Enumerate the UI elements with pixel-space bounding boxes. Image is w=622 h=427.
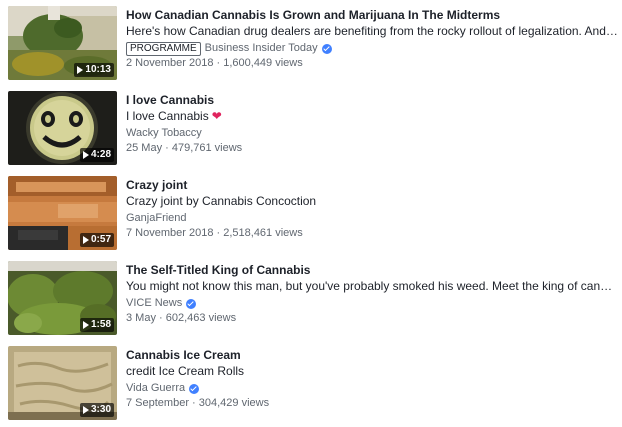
video-meta: How Canadian Cannabis Is Grown and Marij… (126, 6, 618, 71)
stats-separator: · (155, 312, 166, 324)
video-meta: I love Cannabis I love Cannabis ❤ Wacky T… (126, 91, 618, 156)
video-item[interactable]: 0:57 Crazy joint Crazy joint by Cannabis… (0, 176, 622, 254)
stats-separator: · (162, 142, 172, 154)
video-item[interactable]: 3:30 Cannabis Ice Cream credit Ice Cream… (0, 346, 622, 424)
video-title[interactable]: Cannabis Ice Cream (126, 347, 618, 363)
play-icon (82, 321, 89, 329)
duration-badge: 0:57 (79, 233, 114, 247)
duration-badge: 3:30 (79, 403, 114, 417)
programme-badge: PROGRAMME (126, 41, 201, 56)
duration-badge: 4:28 (79, 148, 114, 162)
duration-badge: 10:13 (74, 63, 114, 77)
duration-label: 1:58 (90, 319, 111, 330)
video-date: 7 November 2018 (126, 227, 214, 239)
channel-name[interactable]: Business Insider Today (205, 41, 318, 56)
video-description: Here's how Canadian drug dealers are ben… (126, 24, 618, 38)
channel-name[interactable]: VICE News (126, 296, 182, 311)
video-title[interactable]: How Canadian Cannabis Is Grown and Marij… (126, 7, 618, 23)
stats-separator: · (213, 57, 224, 69)
description-text: I love Cannabis (126, 109, 209, 123)
video-item[interactable]: 10:13 How Canadian Cannabis Is Grown and… (0, 6, 622, 84)
play-icon (82, 406, 89, 414)
video-thumbnail[interactable]: 4:28 (8, 91, 117, 165)
video-stats: 7 September · 304,429 views (126, 396, 618, 411)
video-thumbnail[interactable]: 0:57 (8, 176, 117, 250)
duration-label: 4:28 (90, 149, 111, 160)
verified-icon (321, 43, 332, 54)
view-count: 2,518,461 views (223, 227, 303, 239)
video-title[interactable]: Crazy joint (126, 177, 618, 193)
video-item[interactable]: 4:28 I love Cannabis I love Cannabis ❤ Wa… (0, 91, 622, 169)
play-icon (82, 236, 89, 244)
view-count: 602,463 views (165, 312, 237, 324)
channel-name[interactable]: Wacky Tobaccy (126, 126, 202, 141)
video-description: credit Ice Cream Rolls (126, 364, 245, 378)
channel-row: VICE News (126, 296, 618, 311)
channel-row: PROGRAMME Business Insider Today (126, 41, 618, 56)
red-heart-icon: ❤ (211, 109, 222, 123)
video-stats: 25 May · 479,761 views (126, 141, 618, 156)
channel-row: Wacky Tobaccy (126, 126, 618, 141)
channel-name[interactable]: Vida Guerra (126, 381, 185, 396)
stats-separator: · (188, 397, 199, 409)
stats-separator: · (213, 227, 224, 239)
video-description: Crazy joint by Cannabis Concoction (126, 194, 317, 208)
verified-icon (189, 383, 200, 394)
video-date: 25 May (126, 142, 163, 154)
video-meta: Cannabis Ice Cream credit Ice Cream Roll… (126, 346, 618, 411)
video-thumbnail[interactable]: 10:13 (8, 6, 117, 80)
view-count: 479,761 views (171, 142, 243, 154)
video-meta: The Self-Titled King of Cannabis You mig… (126, 261, 618, 326)
video-meta: Crazy joint Crazy joint by Cannabis Conc… (126, 176, 618, 241)
video-title[interactable]: I love Cannabis (126, 92, 618, 108)
video-stats: 2 November 2018 · 1,600,449 views (126, 56, 618, 71)
video-stats: 7 November 2018 · 2,518,461 views (126, 226, 618, 241)
view-count: 304,429 views (198, 397, 270, 409)
play-icon (77, 66, 84, 74)
duration-label: 3:30 (90, 404, 111, 415)
channel-row: GanjaFriend (126, 211, 618, 226)
duration-label: 0:57 (90, 234, 111, 245)
video-title[interactable]: The Self-Titled King of Cannabis (126, 262, 618, 278)
video-thumbnail[interactable]: 3:30 (8, 346, 117, 420)
video-date: 7 September (126, 397, 189, 409)
channel-row: Vida Guerra (126, 381, 618, 396)
video-thumbnail[interactable]: 1:58 (8, 261, 117, 335)
video-stats: 3 May · 602,463 views (126, 311, 618, 326)
channel-name[interactable]: GanjaFriend (126, 211, 187, 226)
video-date: 3 May (126, 312, 156, 324)
video-description: I love Cannabis ❤ (126, 108, 618, 124)
view-count: 1,600,449 views (223, 57, 303, 69)
video-list: 10:13 How Canadian Cannabis Is Grown and… (0, 0, 622, 427)
video-date: 2 November 2018 (126, 57, 214, 69)
duration-label: 10:13 (85, 64, 111, 75)
video-item[interactable]: 1:58 The Self-Titled King of Cannabis Yo… (0, 261, 622, 339)
video-description: You might not know this man, but you've … (126, 279, 618, 293)
duration-badge: 1:58 (79, 318, 114, 332)
verified-icon (186, 298, 197, 309)
play-icon (82, 151, 89, 159)
